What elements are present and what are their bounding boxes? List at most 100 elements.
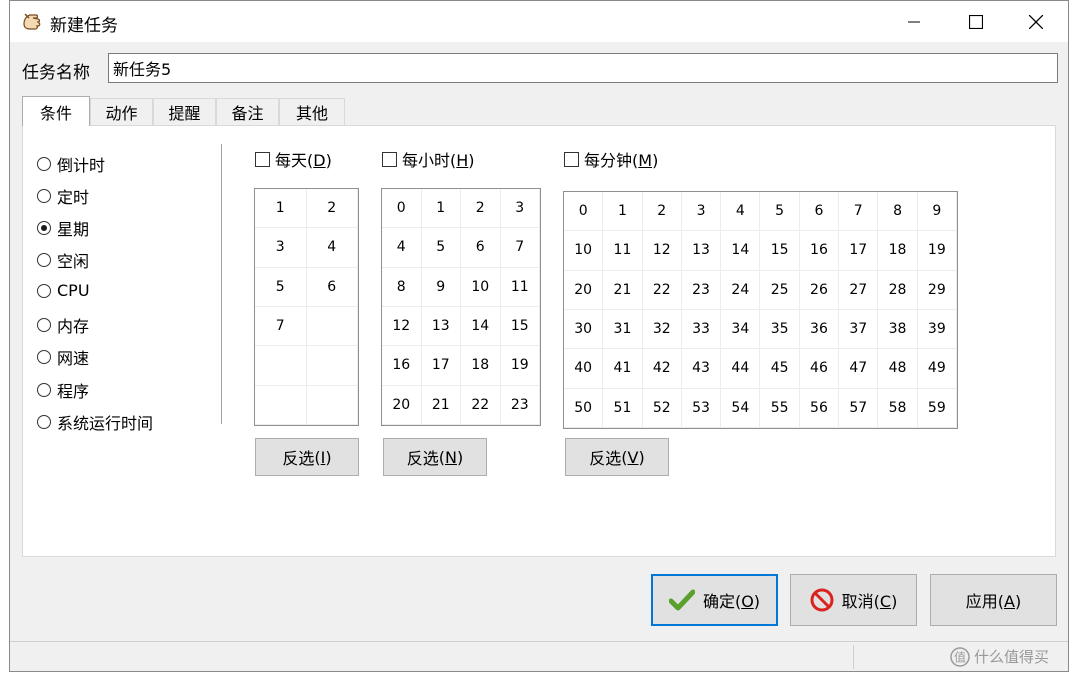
maximize-button[interactable] [943,1,1009,42]
hour-cell[interactable]: 3 [500,189,540,229]
task-name-input[interactable] [108,53,1058,83]
minute-cell[interactable]: 20 [564,270,604,310]
minute-cell[interactable]: 24 [721,270,761,310]
minute-cell[interactable]: 25 [760,270,800,310]
hour-cell[interactable]: 14 [461,306,501,347]
radio-circle[interactable] [37,221,51,235]
minute-cell[interactable]: 53 [681,388,722,428]
apply-button[interactable]: 应用(A) [930,574,1057,626]
hour-cell[interactable]: 0 [382,189,422,229]
tab-reminders[interactable]: 提醒 [153,98,216,125]
hour-cell[interactable]: 19 [500,346,540,386]
weekday-cell[interactable]: 6 [306,267,358,307]
hour-cell[interactable]: 20 [382,385,422,425]
radio-circle[interactable] [37,318,51,332]
minute-cell[interactable]: 35 [760,309,800,350]
weekday-cell[interactable]: 3 [255,228,307,268]
minute-cell[interactable]: 45 [760,349,800,389]
minute-cell[interactable]: 19 [917,231,957,271]
hour-cell[interactable]: 12 [382,306,422,347]
tab-notes[interactable]: 备注 [216,98,279,125]
minute-cell[interactable]: 48 [878,349,918,389]
hour-cell[interactable]: 8 [382,267,422,307]
minute-cell[interactable]: 23 [681,270,722,310]
condition-radio[interactable]: 倒计时 [37,152,105,176]
radio-circle[interactable] [37,189,51,203]
condition-radio[interactable]: 内存 [37,313,89,337]
minute-cell[interactable]: 0 [564,192,604,232]
condition-radio[interactable]: 程序 [37,378,89,402]
radio-circle[interactable] [37,415,51,429]
hour-cell[interactable]: 5 [421,228,461,268]
minute-cell[interactable]: 12 [642,231,682,271]
checkbox-box[interactable] [255,151,270,167]
every-minute-checkbox[interactable]: 每分钟(M) [564,147,658,171]
hour-cell[interactable]: 15 [500,306,540,347]
condition-radio[interactable]: 网速 [37,345,89,369]
tab-other[interactable]: 其他 [279,98,345,125]
minute-cell[interactable]: 51 [603,388,643,428]
minute-cell[interactable]: 29 [917,270,957,310]
minute-cell[interactable]: 10 [564,231,604,271]
condition-radio[interactable]: 系统运行时间 [37,410,153,434]
minute-cell[interactable]: 50 [564,388,604,428]
minute-cell[interactable]: 26 [799,270,840,310]
minute-cell[interactable]: 54 [721,388,761,428]
minute-cell[interactable]: 14 [721,231,761,271]
hour-cell[interactable]: 2 [461,189,501,229]
weekday-cell[interactable]: 2 [306,189,358,229]
minute-cell[interactable]: 3 [681,192,722,232]
hour-cell[interactable]: 7 [500,228,540,268]
minute-cell[interactable]: 42 [642,349,682,389]
weekday-cell[interactable]: 7 [255,306,307,347]
minute-cell[interactable]: 58 [878,388,918,428]
ok-button[interactable]: 确定(O) [651,574,778,626]
minute-cell[interactable]: 28 [878,270,918,310]
tab-actions[interactable]: 动作 [90,98,153,125]
minute-cell[interactable]: 34 [721,309,761,350]
minute-cell[interactable]: 27 [839,270,879,310]
minute-cell[interactable]: 33 [681,309,722,350]
minute-cell[interactable]: 57 [839,388,879,428]
minute-cell[interactable]: 49 [917,349,957,389]
invert-week-button[interactable]: 反选(I) [255,438,359,476]
minute-cell[interactable]: 13 [681,231,722,271]
minute-cell[interactable]: 16 [799,231,840,271]
minute-cell[interactable]: 43 [681,349,722,389]
condition-radio[interactable]: 定时 [37,184,89,208]
radio-circle[interactable] [37,383,51,397]
minute-cell[interactable]: 2 [642,192,682,232]
hour-cell[interactable]: 23 [500,385,540,425]
title-bar[interactable]: 新建任务 [10,1,1068,42]
minute-cell[interactable]: 18 [878,231,918,271]
close-button[interactable] [1003,1,1069,42]
minute-cell[interactable]: 31 [603,309,643,350]
hour-cell[interactable]: 16 [382,346,422,386]
condition-radio[interactable]: 空闲 [37,248,89,272]
cancel-button[interactable]: 取消(C) [790,574,917,626]
hour-cell[interactable]: 13 [421,306,461,347]
minute-cell[interactable]: 6 [799,192,840,232]
hour-cell[interactable]: 10 [461,267,501,307]
hour-cell[interactable]: 21 [421,385,461,425]
minute-cell[interactable]: 9 [917,192,957,232]
weekday-cell[interactable]: 4 [306,228,358,268]
checkbox-box[interactable] [382,151,397,167]
every-day-checkbox[interactable]: 每天(D) [255,147,332,171]
hour-cell[interactable]: 17 [421,346,461,386]
radio-circle[interactable] [37,253,51,267]
hour-cell[interactable]: 11 [500,267,540,307]
hour-cell[interactable]: 18 [461,346,501,386]
every-hour-checkbox[interactable]: 每小时(H) [382,147,475,171]
condition-radio[interactable]: CPU [37,281,90,300]
hour-cell[interactable]: 1 [421,189,461,229]
hour-cell[interactable]: 22 [461,385,501,425]
hour-cell[interactable]: 4 [382,228,422,268]
minute-cell[interactable]: 7 [839,192,879,232]
invert-minute-button[interactable]: 反选(V) [565,438,669,476]
hour-cell[interactable]: 6 [461,228,501,268]
minute-cell[interactable]: 8 [878,192,918,232]
minute-cell[interactable]: 37 [839,309,879,350]
hour-cell[interactable]: 9 [421,267,461,307]
invert-hour-button[interactable]: 反选(N) [383,438,487,476]
